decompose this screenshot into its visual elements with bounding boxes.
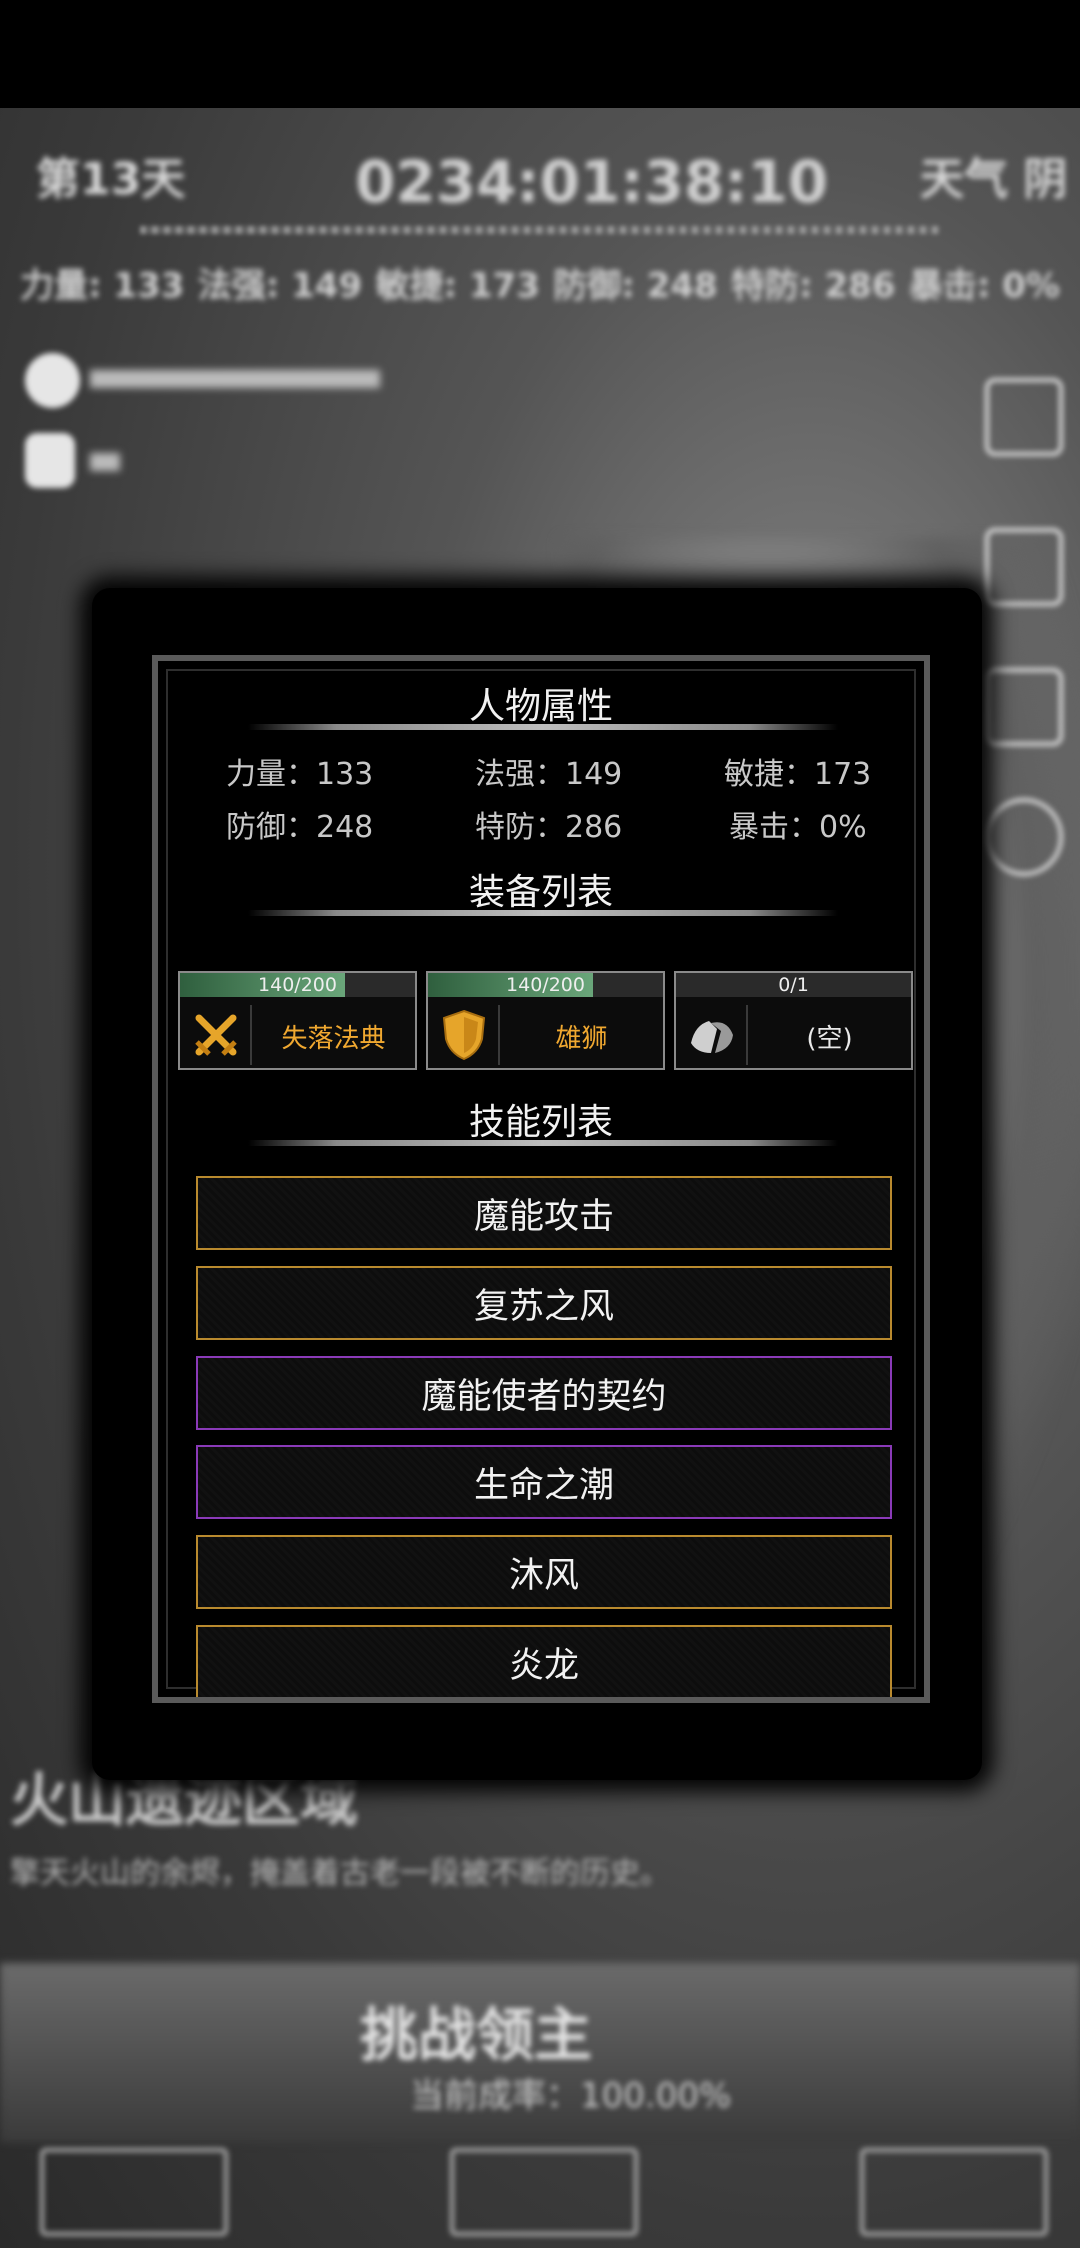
skills-divider [248, 1140, 838, 1146]
stat-crit: 暴击：0% [729, 810, 867, 845]
skill-button[interactable]: 复苏之风 [196, 1266, 892, 1340]
stamina-bar [90, 453, 120, 471]
stat-agility: 敏捷：173 [724, 757, 872, 792]
equipment-slot-1[interactable]: 140/200 失落法典 [178, 971, 417, 1070]
durability-text: 140/200 [506, 974, 585, 996]
stat-label: 法强 [475, 757, 535, 792]
game-clock: 0234:01:38:10 [355, 148, 829, 216]
stat-value: 248 [316, 810, 374, 845]
gear-icon [985, 798, 1063, 876]
skill-button[interactable]: 魔能攻击 [196, 1176, 892, 1250]
stat-label: 防御 [226, 810, 286, 845]
rest-button [860, 2148, 1048, 2236]
stat-strength: 力量：133 [226, 757, 374, 792]
bag-icon [985, 528, 1063, 606]
prepare-button [450, 2148, 638, 2236]
heart-icon [25, 353, 80, 408]
skill-button[interactable]: 炎龙 [196, 1625, 892, 1697]
header-stat: 力量: 133 [20, 266, 185, 306]
equipment-slot-2[interactable]: 140/200 雄狮 [426, 971, 665, 1070]
map-icon [985, 378, 1063, 456]
stat-label: 敏捷 [724, 757, 784, 792]
equipment-name: (空) [806, 1023, 853, 1054]
character-panel: 人物属性 力量：133 法强：149 敏捷：173 防御：248 特防：286 … [152, 655, 930, 1703]
durability-text: 0/1 [778, 974, 809, 996]
strength-icon [25, 433, 75, 488]
shield-icon [436, 1007, 492, 1063]
durability-bar: 0/1 [676, 973, 911, 997]
stat-label: 特防 [475, 810, 535, 845]
equipment-name: 雄狮 [555, 1023, 608, 1054]
durability-bar: 140/200 [180, 973, 415, 997]
challenge-title: 挑战领主 [360, 2001, 593, 2069]
stat-label: 暴击 [729, 810, 789, 845]
skill-button[interactable]: 生命之潮 [196, 1445, 892, 1519]
durability-bar: 140/200 [428, 973, 663, 997]
equipment-slot-3[interactable]: 0/1 (空) [674, 971, 913, 1070]
day-counter: 第13天 [36, 154, 186, 205]
stat-special-defense: 特防：286 [475, 810, 623, 845]
stat-value: 173 [814, 757, 872, 792]
stat-value: 286 [565, 810, 623, 845]
region-description: 擎天火山的余烬，掩盖着古老一段被不断的历史。 [10, 1856, 670, 1891]
crossed-swords-icon [188, 1007, 244, 1063]
stat-label: 力量 [226, 757, 286, 792]
stat-magic: 法强：149 [475, 757, 623, 792]
hp-bar [90, 370, 380, 388]
header-stats: 力量: 133 法强: 149 敏捷: 173 防御: 248 特防: 286 … [20, 258, 1060, 307]
leave-button [40, 2148, 228, 2236]
weather-label: 天气 阴 [920, 154, 1068, 205]
stat-value: 0% [819, 810, 867, 845]
armor-icon [684, 1007, 740, 1063]
stat-value: 149 [565, 757, 623, 792]
header-divider [140, 226, 940, 234]
skill-button[interactable]: 沐风 [196, 1535, 892, 1609]
header-stat: 法强: 149 [197, 266, 363, 306]
equipment-divider [248, 910, 838, 916]
header-stat: 敏捷: 173 [375, 266, 540, 306]
challenge-rate: 当前成率：100.00% [410, 2076, 732, 2116]
attributes-divider [248, 724, 838, 730]
header-stat: 特防: 286 [731, 266, 896, 306]
attributes-title: 人物属性 [468, 686, 613, 727]
stat-value: 133 [316, 757, 374, 792]
skill-button[interactable]: 魔能使者的契约 [196, 1356, 892, 1430]
header-stat: 防御: 248 [553, 266, 718, 306]
menu-icon [985, 668, 1063, 746]
stat-defense: 防御：248 [226, 810, 374, 845]
header-stat: 暴击: 0% [908, 266, 1060, 306]
equipment-name: 失落法典 [281, 1023, 386, 1054]
skills-title: 技能列表 [468, 1102, 613, 1143]
equipment-title: 装备列表 [468, 872, 613, 913]
durability-text: 140/200 [258, 974, 337, 996]
